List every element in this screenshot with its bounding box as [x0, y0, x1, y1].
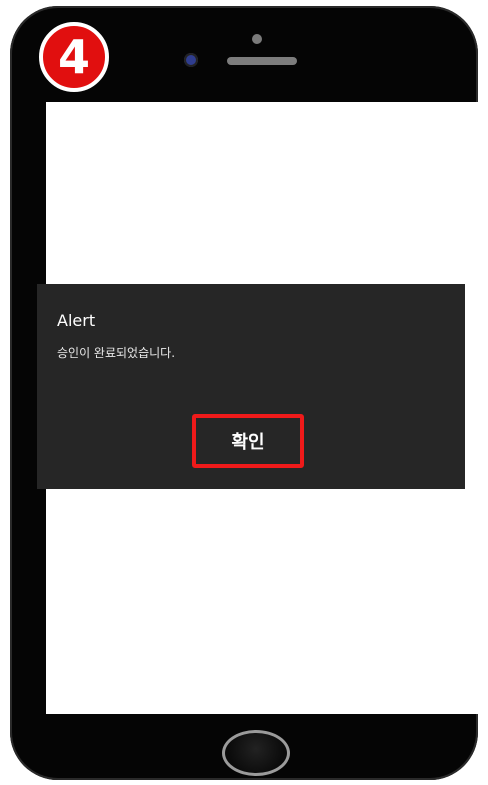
alert-title: Alert	[57, 311, 96, 330]
front-camera-icon	[184, 53, 198, 67]
confirm-button-highlight: 확인	[192, 414, 304, 468]
step-number-badge: 4	[39, 22, 109, 92]
confirm-button[interactable]: 확인	[196, 418, 300, 464]
home-button[interactable]	[222, 730, 290, 776]
alert-dialog: Alert 승인이 완료되었습니다. 확인	[37, 284, 465, 489]
alert-message: 승인이 완료되었습니다.	[57, 346, 176, 360]
proximity-sensor-icon	[252, 34, 262, 44]
speaker-grille-icon	[227, 57, 297, 65]
